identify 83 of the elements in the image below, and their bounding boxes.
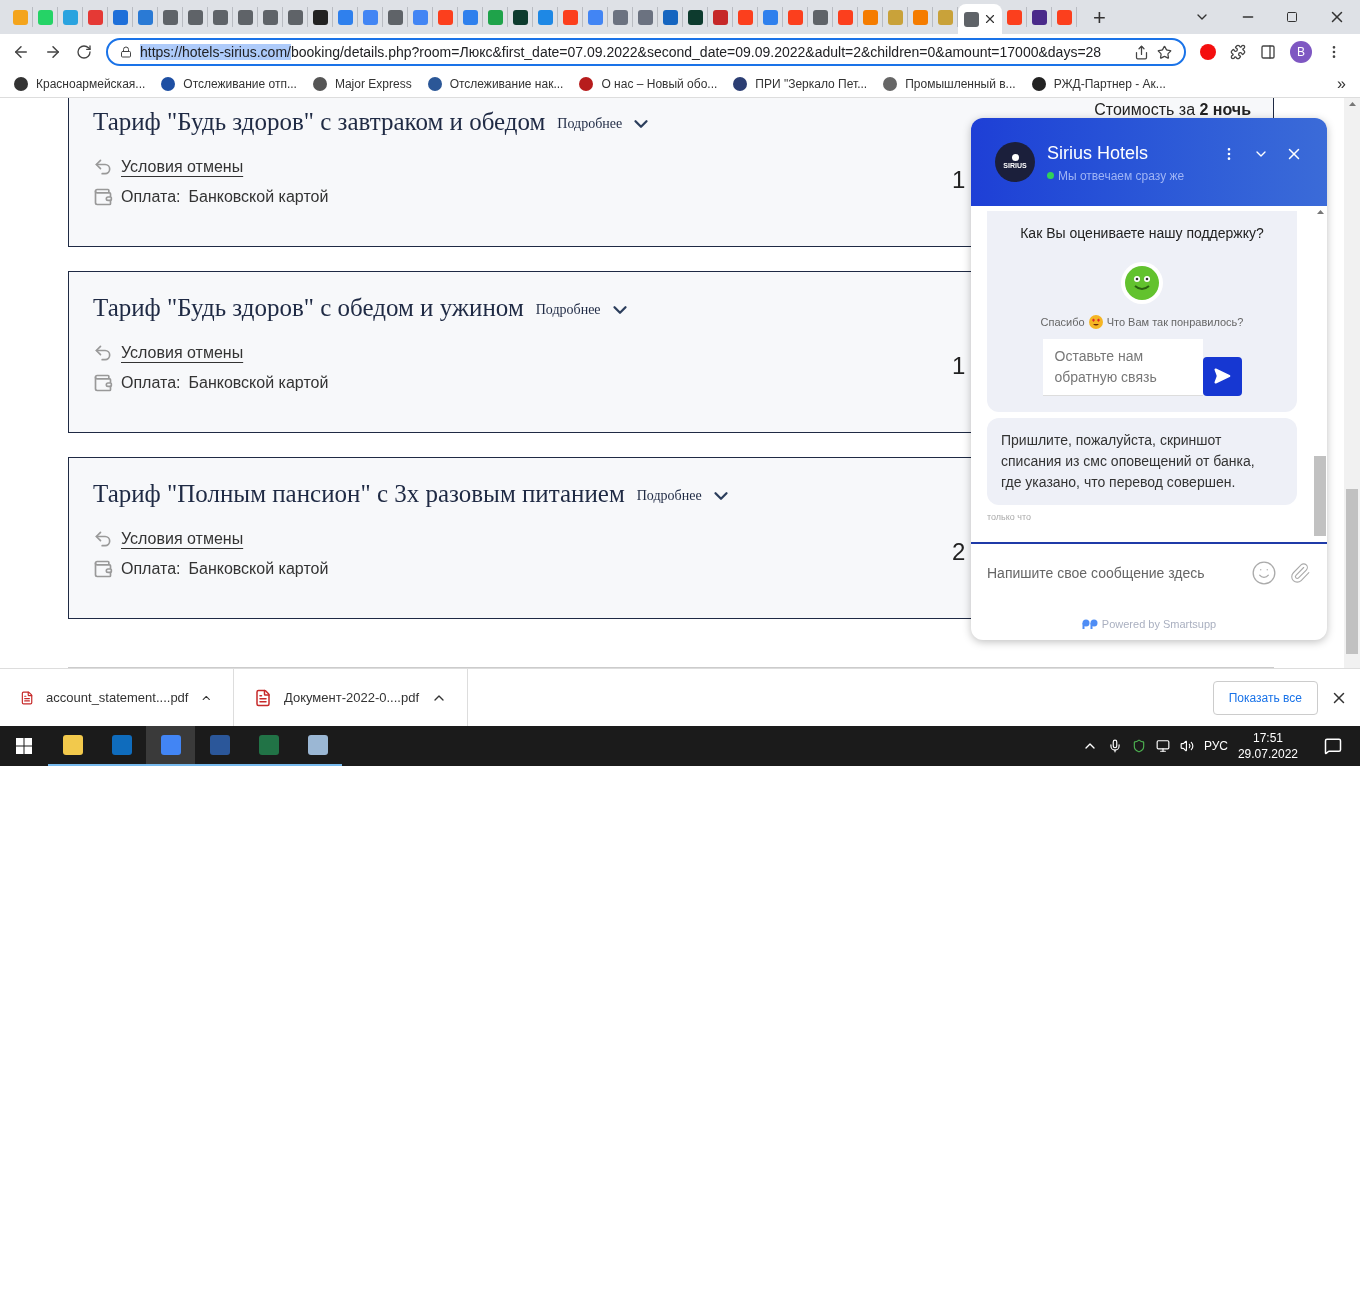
payment-method: Банковской картой xyxy=(188,186,329,207)
clock-date[interactable]: 29.07.2022 xyxy=(1237,746,1298,762)
lock-icon xyxy=(120,46,132,58)
heart-eyes-icon xyxy=(1088,315,1103,330)
return-arrow-icon xyxy=(93,342,113,363)
chat-title: Sirius Hotels xyxy=(1047,141,1150,165)
wallet-icon xyxy=(93,186,113,207)
paperclip-icon[interactable] xyxy=(1289,562,1311,584)
bookmark[interactable]: О нас – Новый обо... xyxy=(579,74,718,93)
payment-method: Банковской картой xyxy=(188,558,329,579)
cost-label: Стоимость за 2 ночь xyxy=(1094,101,1251,118)
url-text: https://hotels-sirius.com/booking/details.php?room=Люкс&first_date=07.09.2022&second_date=09.09.2022&adult=2&children=0&amount=17000&days=28 xyxy=(140,42,1103,62)
cancellation-link[interactable]: Условия отмены xyxy=(121,154,244,179)
return-arrow-icon xyxy=(93,528,113,549)
details-toggle[interactable]: Подробнее xyxy=(636,484,732,507)
send-icon xyxy=(1213,367,1231,385)
details-toggle[interactable]: Подробнее xyxy=(557,112,653,135)
tariff-title: Тариф "Будь здоров" с завтраком и обедом xyxy=(93,107,546,137)
powered-by-text: Powered by Smartsupp xyxy=(1101,616,1217,632)
pdf-file-icon xyxy=(20,688,35,707)
bookmark-star-icon[interactable] xyxy=(1157,44,1172,60)
profile-avatar[interactable]: B xyxy=(1290,41,1312,63)
wallet-icon xyxy=(93,372,113,393)
smartsupp-logo-icon xyxy=(1081,618,1098,629)
price: 2 xyxy=(952,537,966,567)
tariff-title: Тариф "Полным пансион" с 3х разовым питанием xyxy=(93,479,625,509)
scroll-up-icon[interactable] xyxy=(1316,210,1324,214)
back-icon[interactable] xyxy=(12,43,30,61)
new-tab-button[interactable]: + xyxy=(1085,0,1114,34)
side-panel-icon[interactable] xyxy=(1260,44,1276,60)
smiley-icon xyxy=(1121,262,1163,304)
tariff-title: Тариф "Будь здоров" с обедом и ужином xyxy=(93,293,524,323)
bookmark[interactable]: Красноармейская... xyxy=(14,74,146,93)
clock-time[interactable]: 17:51 xyxy=(1252,730,1283,746)
volume-icon[interactable] xyxy=(1179,739,1194,753)
return-arrow-icon xyxy=(93,156,113,177)
more-bookmarks[interactable]: » xyxy=(1337,71,1346,96)
bookmark[interactable]: Отслеживание отп... xyxy=(161,74,297,93)
price: 1 xyxy=(952,165,966,195)
microphone-icon[interactable] xyxy=(1107,739,1122,753)
scroll-thumb[interactable] xyxy=(1346,489,1358,654)
cancellation-link[interactable]: Условия отмены xyxy=(121,340,244,365)
message-input[interactable]: Напишите свое сообщение здесь xyxy=(987,562,1251,584)
restore-icon[interactable] xyxy=(1286,11,1298,23)
share-icon[interactable] xyxy=(1134,44,1149,60)
send-button[interactable] xyxy=(1202,356,1242,396)
bookmark[interactable]: РЖД-Партнер - Ак... xyxy=(1031,74,1166,93)
pdf-file-icon xyxy=(254,688,272,707)
bookmark[interactable]: Major Express xyxy=(312,74,412,93)
forward-icon[interactable] xyxy=(44,43,62,61)
details-toggle[interactable]: Подробнее xyxy=(535,298,631,321)
file-name: account_statement....pdf xyxy=(46,688,189,707)
thanks-text: Спасибо xyxy=(1040,315,1085,330)
reload-icon[interactable] xyxy=(76,44,92,60)
taskbar-app[interactable] xyxy=(146,726,195,766)
notifications-icon[interactable] xyxy=(1324,737,1342,755)
browser-tab[interactable] xyxy=(958,4,1002,34)
language-indicator[interactable]: РУС xyxy=(1203,737,1228,755)
address-bar[interactable]: https://hotels-sirius.com/booking/details.php?room=Люкс&first_date=07.09.2022&second_date=09.09.2022&adult=2&children=0&amount=17000&days=28 xyxy=(106,38,1186,66)
status-text: Мы отвечаем сразу же xyxy=(1058,167,1185,185)
message-bubble: Пришлите, пожалуйста, скриншот списания из смс оповещений от банка, где указано, что перевод совершен. xyxy=(987,417,1297,505)
network-icon[interactable] xyxy=(1155,739,1170,753)
show-all-button[interactable]: Показать все xyxy=(1212,680,1318,715)
bookmark[interactable]: Отслеживание нак... xyxy=(427,74,564,93)
bookmark[interactable]: ПРИ "Зеркало Пет... xyxy=(733,74,868,93)
rating-question: Как Вы оцениваете нашу поддержку? xyxy=(1020,224,1264,243)
thanks-question: Что Вам так понравилось? xyxy=(1106,315,1244,330)
wallet-icon xyxy=(93,558,113,579)
payment-method: Банковской картой xyxy=(188,372,329,393)
price: 1 xyxy=(952,351,966,381)
windows-logo-icon[interactable] xyxy=(16,738,32,754)
extensions-icon[interactable] xyxy=(1230,44,1246,60)
file-name: Документ-2022-0....pdf xyxy=(284,688,419,707)
shield-icon[interactable] xyxy=(1131,739,1146,753)
bookmark[interactable]: Промышленный в... xyxy=(883,74,1016,93)
scroll-thumb[interactable] xyxy=(1314,456,1326,536)
payment-label: Оплата: xyxy=(121,558,181,579)
payment-label: Оплата: xyxy=(121,186,181,207)
payment-label: Оплата: xyxy=(121,372,181,393)
cancellation-link[interactable]: Условия отмены xyxy=(121,526,244,551)
scroll-up-icon[interactable] xyxy=(1348,102,1356,106)
feedback-field[interactable]: Оставьте нам обратную связь xyxy=(1042,338,1203,396)
message-time: только что xyxy=(987,510,1033,524)
